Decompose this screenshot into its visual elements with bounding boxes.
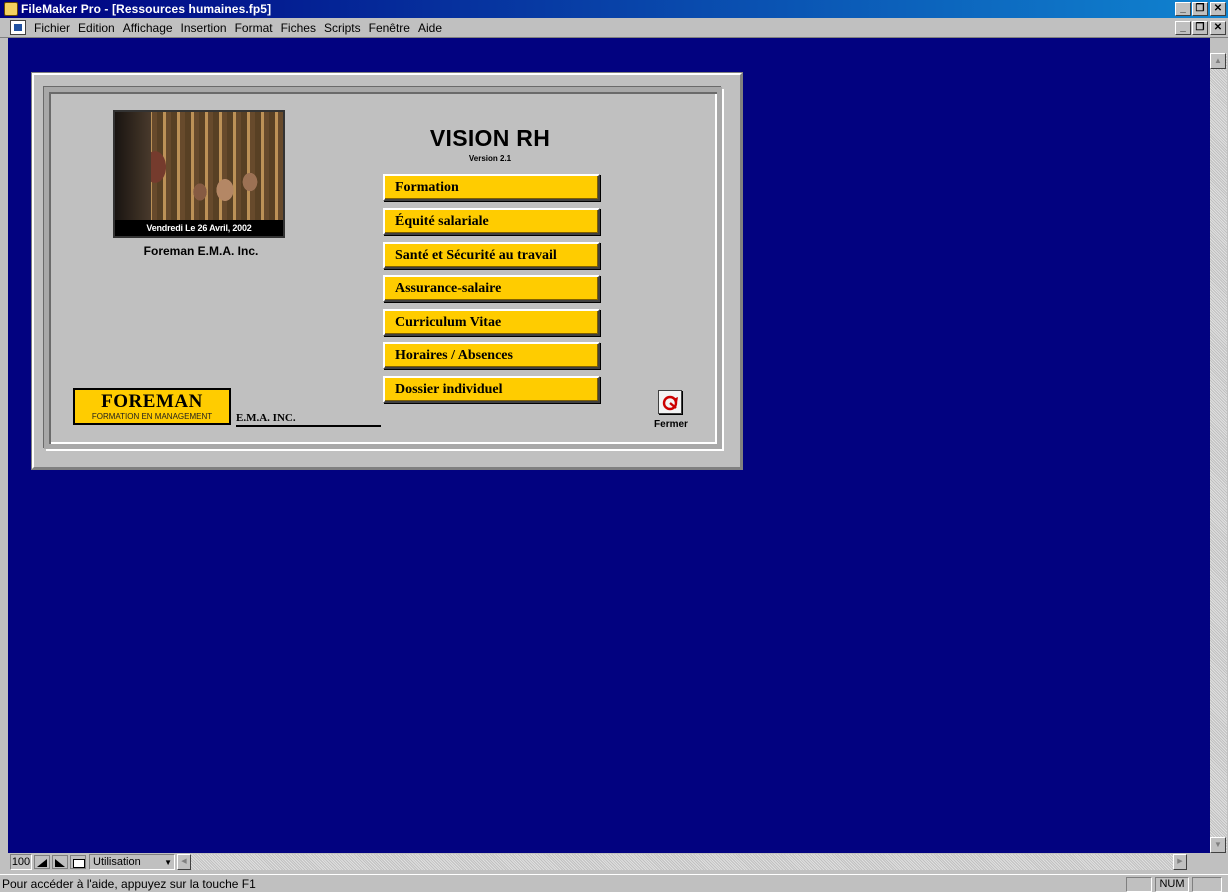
vertical-scrollbar[interactable]: ▲ ▼ bbox=[1210, 53, 1227, 853]
photo-image bbox=[115, 112, 283, 220]
logo-suffix: E.M.A. INC. bbox=[236, 412, 381, 427]
status-indicator-extra bbox=[1192, 877, 1222, 892]
title-bar[interactable]: FileMaker Pro - [Ressources humaines.fp5… bbox=[0, 0, 1228, 18]
mode-select[interactable]: Utilisation ▼ bbox=[89, 854, 175, 870]
zoom-in-icon[interactable] bbox=[52, 855, 68, 869]
logo-tagline: FORMATION EN MANAGEMENT bbox=[91, 412, 213, 421]
formation-button[interactable]: Formation bbox=[383, 174, 600, 201]
scroll-down-icon[interactable]: ▼ bbox=[1210, 837, 1226, 853]
menu-aide[interactable]: Aide bbox=[414, 21, 446, 35]
zoom-level[interactable]: 100 bbox=[10, 854, 32, 870]
status-area-toggle-icon[interactable] bbox=[70, 855, 86, 869]
menu-fichier[interactable]: Fichier bbox=[30, 21, 74, 35]
company-name: Foreman E.M.A. Inc. bbox=[143, 244, 259, 258]
menu-fiches[interactable]: Fiches bbox=[277, 21, 320, 35]
document-icon[interactable] bbox=[10, 20, 26, 35]
window-title: FileMaker Pro - [Ressources humaines.fp5… bbox=[21, 2, 272, 16]
close-window-button[interactable]: ✕ bbox=[1210, 2, 1226, 16]
menu-insertion[interactable]: Insertion bbox=[177, 21, 231, 35]
doc-minimize-button[interactable]: _ bbox=[1175, 21, 1191, 35]
bottom-toolbar: 100 Utilisation ▼ ◀ ▶ bbox=[8, 853, 1228, 871]
mode-select-value: Utilisation bbox=[93, 856, 141, 868]
horizontal-scrollbar[interactable]: ◀ ▶ bbox=[177, 854, 1187, 870]
filemaker-app-icon[interactable] bbox=[4, 2, 18, 16]
menu-scripts[interactable]: Scripts bbox=[320, 21, 365, 35]
horaires-absences-button[interactable]: Horaires / Absences bbox=[383, 342, 600, 369]
equite-salariale-button[interactable]: Équité salariale bbox=[383, 208, 600, 235]
doc-restore-button[interactable]: ❐ bbox=[1192, 21, 1208, 35]
app-title: VISION RH bbox=[429, 125, 551, 151]
fermer-button[interactable] bbox=[658, 390, 682, 414]
date-caption: Vendredi Le 26 Avril, 2002 bbox=[115, 220, 283, 236]
num-lock-indicator: NUM bbox=[1155, 877, 1189, 892]
menu-bar: Fichier Edition Affichage Insertion Form… bbox=[0, 18, 1228, 38]
assurance-salaire-button[interactable]: Assurance-salaire bbox=[383, 275, 600, 302]
menu-edition[interactable]: Edition bbox=[74, 21, 119, 35]
menu-fenetre[interactable]: Fenêtre bbox=[365, 21, 414, 35]
maximize-button[interactable]: ❐ bbox=[1192, 2, 1208, 16]
chevron-down-icon: ▼ bbox=[164, 858, 172, 867]
logo-name: FOREMAN bbox=[101, 391, 203, 412]
zoom-out-icon[interactable] bbox=[34, 855, 50, 869]
status-bar: Pour accéder à l'aide, appuyez sur la to… bbox=[0, 874, 1228, 892]
window-controls: _ ❐ ✕ bbox=[1174, 2, 1226, 16]
meeting-photo: Vendredi Le 26 Avril, 2002 bbox=[113, 110, 285, 238]
sante-securite-button[interactable]: Santé et Sécurité au travail bbox=[383, 242, 600, 269]
minimize-button[interactable]: _ bbox=[1175, 2, 1191, 16]
status-indicator-empty bbox=[1126, 877, 1152, 892]
fermer-label[interactable]: Fermer bbox=[648, 419, 694, 430]
menu-affichage[interactable]: Affichage bbox=[119, 21, 177, 35]
document-window-controls: _ ❐ ✕ bbox=[1174, 21, 1226, 35]
close-arrow-icon bbox=[662, 395, 678, 411]
foreman-logo: FOREMAN FORMATION EN MANAGEMENT bbox=[73, 388, 231, 425]
menu-format[interactable]: Format bbox=[231, 21, 277, 35]
scroll-right-icon[interactable]: ▶ bbox=[1173, 854, 1187, 870]
doc-close-button[interactable]: ✕ bbox=[1210, 21, 1226, 35]
status-message: Pour accéder à l'aide, appuyez sur la to… bbox=[2, 876, 256, 891]
scroll-left-icon[interactable]: ◀ bbox=[177, 854, 191, 870]
dossier-individuel-button[interactable]: Dossier individuel bbox=[383, 376, 600, 403]
curriculum-vitae-button[interactable]: Curriculum Vitae bbox=[383, 309, 600, 336]
app-version: Version 2.1 bbox=[468, 154, 512, 163]
scroll-up-icon[interactable]: ▲ bbox=[1210, 53, 1226, 69]
